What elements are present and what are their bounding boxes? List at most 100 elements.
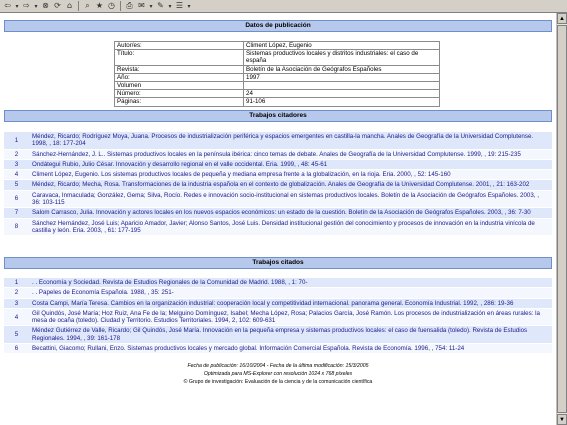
table-row: 2 Sánchez-Hernández, J. L.. Sistemas pro…: [4, 149, 552, 160]
pub-label: Título:: [114, 49, 244, 66]
table-row: 5 Méndez, Ricardo; Mecha, Rosa. Transfor…: [4, 179, 552, 191]
row-number: 2: [4, 287, 29, 299]
citation-link[interactable]: Salom Carrasco, Julia. Innovación y acto…: [32, 209, 531, 216]
pub-row: Título: Sistemas productivos locales y d…: [114, 49, 440, 66]
citation-link[interactable]: Méndez, Ricardo; Mecha, Rosa. Transforma…: [32, 181, 529, 188]
publication-table: Autor/es: Climent López, Eugenio Título:…: [114, 40, 440, 107]
footer-optimized: Optimizada para MS-Explorer con resoluci…: [203, 371, 353, 377]
row-number: 5: [4, 325, 29, 345]
pub-value: 1997: [243, 72, 440, 83]
print-icon[interactable]: ⎙: [124, 1, 135, 12]
cited-section-header: Trabajos citados: [4, 257, 552, 269]
footer-dates: Fecha de publicación: 16/10/2004 - Fecha…: [187, 363, 369, 369]
chevron-down-icon[interactable]: ▾: [167, 3, 173, 10]
chevron-down-icon[interactable]: ▾: [186, 3, 192, 10]
row-number: 4: [4, 308, 29, 327]
citation-link[interactable]: Becattini, Giacomo; Rullani, Enzo. Siste…: [32, 345, 464, 352]
cited-table: 1 . . Economía y Sociedad. Revista de Es…: [4, 278, 552, 355]
citation-link[interactable]: Sánchez Hernández, José Luis; Aparicio A…: [32, 220, 535, 234]
table-row: 4 Climent López, Eugenio. Los sistemas p…: [4, 169, 552, 181]
pub-section-header: Datos de publicación: [4, 20, 552, 32]
row-number: 1: [4, 278, 29, 289]
pub-value: Climent López, Eugenio: [243, 40, 440, 51]
mail-icon[interactable]: ✉: [136, 1, 147, 12]
table-row: 4 Gil Quindós, José María; Hoz Ruiz, Ana…: [4, 308, 552, 327]
row-number: 7: [4, 207, 29, 219]
history-icon[interactable]: ◷: [106, 1, 117, 12]
citation-link[interactable]: Ondátegui Rubio, Julio César. Innovación…: [32, 161, 327, 168]
table-row: 6 Caravaca, Inmaculada; González, Gema; …: [4, 190, 552, 209]
pub-row: Volumen: [114, 81, 440, 91]
pub-value: [243, 81, 440, 91]
pub-row: Año: 1997: [114, 72, 440, 83]
citing-table: 1 Méndez, Ricardo; Rodríguez Moya, Juana…: [4, 132, 552, 237]
table-row: 8 Sánchez Hernández, José Luis; Aparicio…: [4, 218, 552, 237]
pub-value: Sistemas productivos locales y distritos…: [243, 49, 440, 66]
chevron-down-icon[interactable]: ▾: [14, 3, 20, 10]
search-icon[interactable]: ⌕: [82, 1, 93, 12]
citation-link[interactable]: Gil Quindós, José María; Hoz Ruiz, Ana F…: [32, 310, 540, 324]
table-row: 2 . . Papeles de Economía Española. 1988…: [4, 287, 552, 299]
table-row: 1 Méndez, Ricardo; Rodríguez Moya, Juana…: [4, 132, 552, 150]
footer-copyright: © Grupo de investigación: Evaluación de …: [183, 379, 373, 385]
chevron-down-icon[interactable]: ▾: [33, 3, 39, 10]
row-number: 5: [4, 179, 29, 191]
citing-section-header: Trabajos citadores: [4, 110, 552, 122]
stop-icon[interactable]: ⊗: [40, 1, 51, 12]
vertical-scrollbar[interactable]: ▲ ▼: [556, 13, 567, 425]
pub-value: Boletín de la Asociación de Geógrafos Es…: [243, 64, 440, 74]
citation-link[interactable]: . . Papeles de Economía Española. 1988, …: [32, 289, 174, 296]
browser-toolbar: ⇦ ▾ ⇨ ▾ ⊗ ⟳ ⌂ ⌕ ★ ◷ ⎙ ✉ ▾ ✎ ▾ ☰ ▾: [0, 0, 567, 13]
citation-link[interactable]: Sánchez-Hernández, J. L.. Sistemas produ…: [32, 151, 521, 158]
favorites-icon[interactable]: ★: [94, 1, 105, 12]
pub-value: 91-106: [243, 97, 440, 107]
pub-row: Número: 24: [114, 89, 440, 99]
table-row: 7 Salom Carrasco, Julia. Innovación y ac…: [4, 207, 552, 219]
pub-row: Revista: Boletín de la Asociación de Geó…: [114, 64, 440, 74]
table-row: 1 . . Economía y Sociedad. Revista de Es…: [4, 278, 552, 289]
row-number: 4: [4, 169, 29, 181]
section-title: Datos de publicación: [245, 22, 311, 29]
citation-link[interactable]: Caravaca, Inmaculada; González, Gema; Si…: [32, 192, 539, 206]
table-row: 3 Ondátegui Rubio, Julio César. Innovaci…: [4, 159, 552, 171]
pub-row: Páginas: 91-106: [114, 97, 440, 107]
row-number: 3: [4, 159, 29, 171]
citation-link[interactable]: Méndez, Ricardo; Rodríguez Moya, Juana. …: [32, 133, 533, 147]
scroll-down-arrow-icon[interactable]: ▼: [557, 414, 567, 425]
back-icon[interactable]: ⇦: [2, 1, 13, 12]
pub-label: Año:: [114, 72, 244, 83]
row-number: 1: [4, 132, 29, 150]
row-number: 3: [4, 298, 29, 309]
page-content: Datos de publicación Autor/es: Climent L…: [0, 14, 556, 425]
pub-label: Autor/es:: [114, 40, 244, 51]
discuss-icon[interactable]: ☰: [174, 1, 185, 12]
chevron-down-icon[interactable]: ▾: [148, 3, 154, 10]
table-row: 6 Becattini, Giacomo; Rullani, Enzo. Sis…: [4, 343, 552, 355]
table-row: 3 Costa Campi, María Teresa. Cambios en …: [4, 298, 552, 309]
home-icon[interactable]: ⌂: [64, 1, 75, 12]
citation-link[interactable]: Costa Campi, María Teresa. Cambios en la…: [32, 300, 513, 307]
section-title: Trabajos citados: [252, 259, 304, 266]
citation-link[interactable]: Climent López, Eugenio. Los sistemas pro…: [32, 171, 451, 178]
pub-label: Número:: [114, 89, 244, 99]
scroll-thumb[interactable]: [557, 25, 567, 413]
row-number: 6: [4, 190, 29, 209]
toolbar-divider: [120, 1, 121, 11]
edit-icon[interactable]: ✎: [155, 1, 166, 12]
forward-icon[interactable]: ⇨: [21, 1, 32, 12]
toolbar-divider: [78, 1, 79, 11]
refresh-icon[interactable]: ⟳: [52, 1, 63, 12]
citation-link[interactable]: . . Economía y Sociedad. Revista de Estu…: [32, 279, 308, 286]
row-number: 2: [4, 149, 29, 160]
scroll-up-arrow-icon[interactable]: ▲: [557, 13, 567, 24]
row-number: 6: [4, 343, 29, 355]
pub-value: 24: [243, 89, 440, 99]
section-title: Trabajos citadores: [249, 112, 307, 119]
pub-label: Volumen: [114, 81, 244, 91]
pub-label: Revista:: [114, 64, 244, 74]
page-footer: Fecha de publicación: 16/10/2004 - Fecha…: [0, 362, 556, 386]
pub-label: Páginas:: [114, 97, 244, 107]
citation-link[interactable]: Méndez Gutiérrez de Valle, Ricardo; Gil …: [32, 327, 527, 341]
row-number: 8: [4, 218, 29, 237]
table-row: 5 Méndez Gutiérrez de Valle, Ricardo; Gi…: [4, 325, 552, 345]
